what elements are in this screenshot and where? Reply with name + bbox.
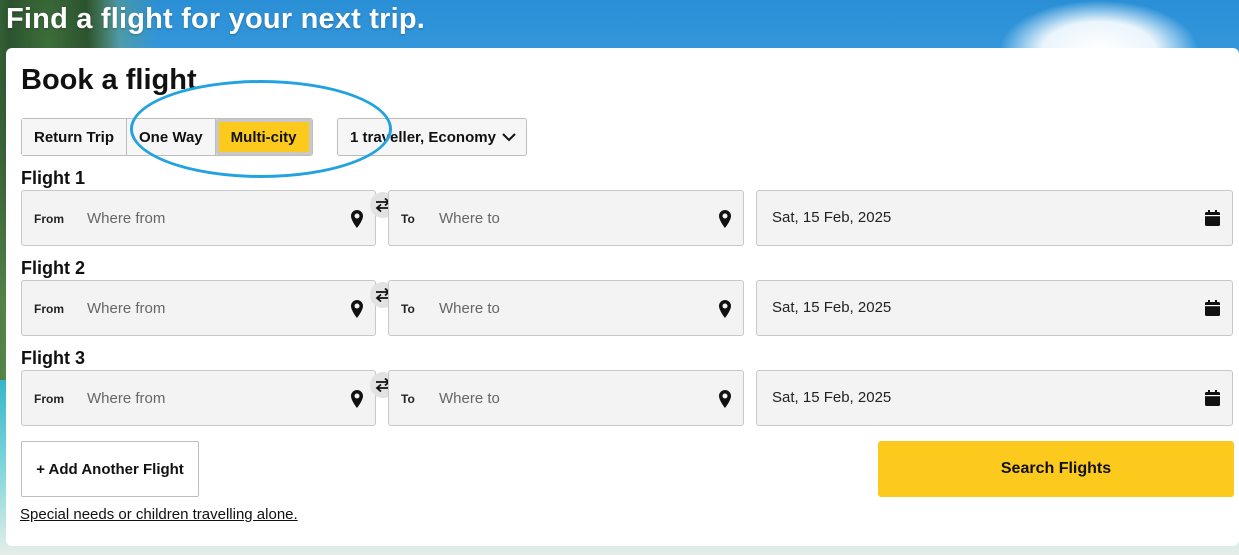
background-cloud (999, 0, 1199, 50)
to-field[interactable]: To (388, 280, 744, 336)
to-input[interactable] (439, 203, 709, 233)
flight-1-label: Flight 1 (21, 168, 85, 188)
to-input[interactable] (439, 293, 709, 323)
page-title: Book a flight (21, 64, 197, 96)
map-pin-icon (719, 300, 731, 318)
from-field[interactable]: From (21, 370, 376, 426)
to-field[interactable]: To (388, 190, 744, 246)
map-pin-icon (351, 210, 363, 228)
from-field[interactable]: From (21, 280, 376, 336)
from-input[interactable] (87, 293, 337, 323)
chevron-down-icon (502, 132, 516, 142)
from-tag: From (34, 212, 64, 226)
booking-card: Book a flight Return Trip One Way Multi-… (6, 48, 1239, 546)
to-field[interactable]: To (388, 370, 744, 426)
flight-2-label: Flight 2 (21, 258, 85, 278)
map-pin-icon (351, 390, 363, 408)
date-value: Sat, 15 Feb, 2025 (772, 299, 892, 316)
from-tag: From (34, 302, 64, 316)
calendar-icon (1205, 390, 1220, 406)
to-tag: To (401, 302, 415, 316)
flight-3-label: Flight 3 (21, 348, 85, 368)
to-input[interactable] (439, 383, 709, 413)
date-field[interactable]: Sat, 15 Feb, 2025 (756, 190, 1233, 246)
add-another-flight-button[interactable]: + Add Another Flight (21, 441, 199, 497)
trip-type-toggle: Return Trip One Way Multi-city (21, 118, 313, 156)
trip-option-return[interactable]: Return Trip (22, 119, 128, 155)
from-field[interactable]: From (21, 190, 376, 246)
map-pin-icon (351, 300, 363, 318)
to-tag: To (401, 212, 415, 226)
from-input[interactable] (87, 203, 337, 233)
map-pin-icon (719, 210, 731, 228)
search-flights-button[interactable]: Search Flights (878, 441, 1234, 497)
date-value: Sat, 15 Feb, 2025 (772, 389, 892, 406)
from-tag: From (34, 392, 64, 406)
trip-option-one-way[interactable]: One Way (127, 119, 216, 155)
traveller-class-label: 1 traveller, Economy (350, 128, 496, 146)
date-field[interactable]: Sat, 15 Feb, 2025 (756, 370, 1233, 426)
to-tag: To (401, 392, 415, 406)
special-needs-link[interactable]: Special needs or children travelling alo… (20, 506, 298, 523)
traveller-class-dropdown[interactable]: 1 traveller, Economy (337, 118, 527, 156)
hero-title: Find a flight for your next trip. (6, 3, 426, 35)
trip-option-multi-city[interactable]: Multi-city (215, 119, 312, 155)
map-pin-icon (719, 390, 731, 408)
date-value: Sat, 15 Feb, 2025 (772, 209, 892, 226)
from-input[interactable] (87, 383, 337, 413)
calendar-icon (1205, 300, 1220, 316)
calendar-icon (1205, 210, 1220, 226)
date-field[interactable]: Sat, 15 Feb, 2025 (756, 280, 1233, 336)
